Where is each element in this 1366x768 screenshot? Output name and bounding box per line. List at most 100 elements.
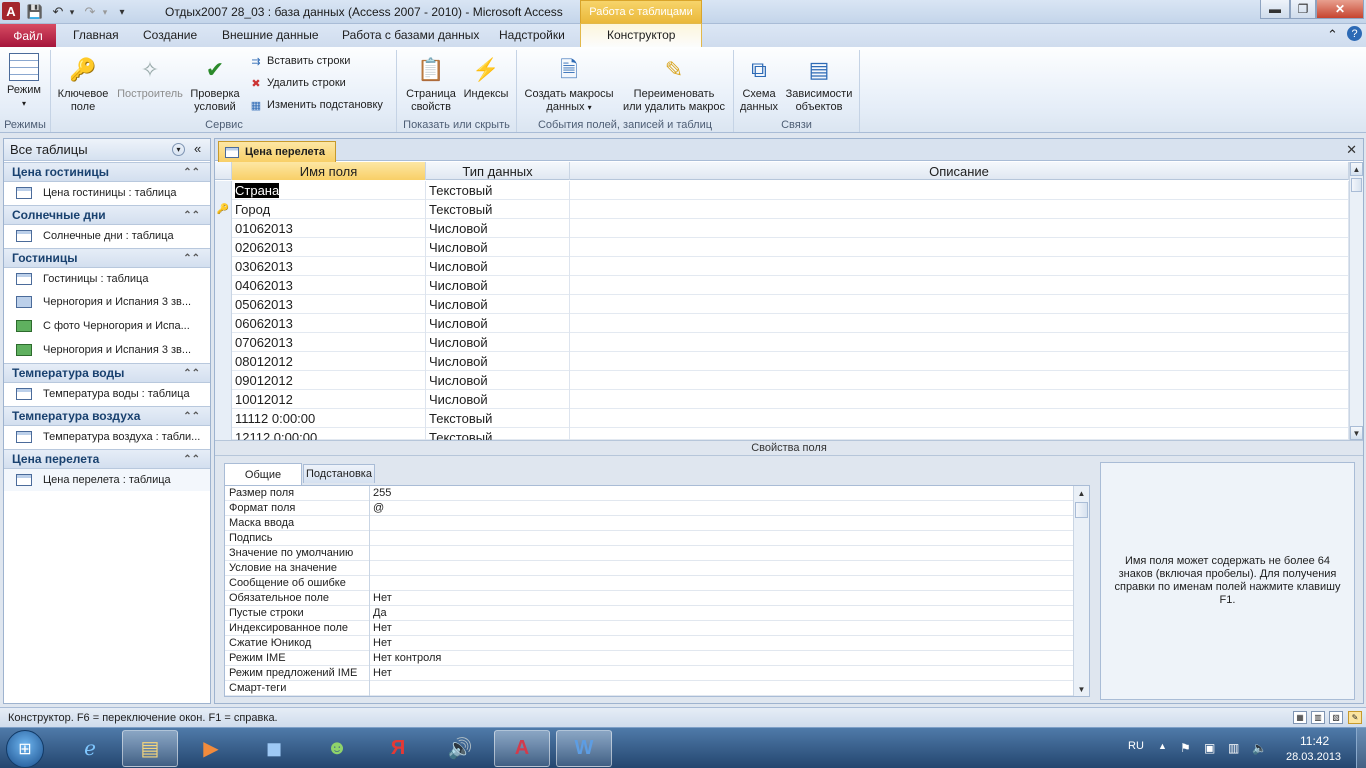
- data-type-cell[interactable]: Числовой: [426, 314, 570, 333]
- property-value[interactable]: Нет: [369, 636, 1073, 651]
- description-cell[interactable]: [570, 390, 1349, 409]
- data-type-cell[interactable]: Числовой: [426, 276, 570, 295]
- description-cell[interactable]: [570, 371, 1349, 390]
- shutter-bar-close-icon[interactable]: «: [194, 141, 201, 156]
- data-type-cell[interactable]: Текстовый: [426, 409, 570, 428]
- clock-time[interactable]: 11:42: [1300, 734, 1329, 748]
- property-row[interactable]: Сообщение об ошибке: [225, 576, 1073, 591]
- field-name-cell[interactable]: Город: [232, 200, 426, 219]
- show-desktop-button[interactable]: [1356, 728, 1366, 768]
- nav-group-water-temperature[interactable]: Температура воды ⌃⌃: [4, 363, 210, 383]
- property-value[interactable]: [369, 546, 1073, 561]
- nav-item-hotel-price-table[interactable]: Цена гостиницы : таблица: [4, 182, 210, 204]
- nav-item-sunny-days-table[interactable]: Солнечные дни : таблица: [4, 225, 210, 247]
- data-type-cell[interactable]: Числовой: [426, 238, 570, 257]
- property-value[interactable]: [369, 576, 1073, 591]
- property-value[interactable]: 255: [369, 486, 1073, 501]
- data-type-cell[interactable]: Числовой: [426, 390, 570, 409]
- data-type-cell[interactable]: Числовой: [426, 371, 570, 390]
- scroll-down-icon[interactable]: ▼: [1350, 426, 1363, 440]
- field-name-cell[interactable]: 09012012: [232, 371, 426, 390]
- description-cell[interactable]: [570, 409, 1349, 428]
- column-header-description[interactable]: Описание: [570, 162, 1349, 180]
- field-name-cell[interactable]: 02062013: [232, 238, 426, 257]
- test-validation-button[interactable]: ✔ Проверка условий: [188, 53, 242, 114]
- create-data-macros-button[interactable]: 🗎 Создать макросы данных ▾: [520, 53, 618, 114]
- property-row[interactable]: Формат поля @: [225, 501, 1073, 516]
- tab-home[interactable]: Главная: [73, 28, 119, 42]
- access-taskbar-icon[interactable]: A: [494, 730, 550, 767]
- property-row[interactable]: Размер поля 255: [225, 486, 1073, 501]
- property-value[interactable]: [369, 531, 1073, 546]
- clock-date[interactable]: 28.03.2013: [1286, 751, 1341, 763]
- row-selector[interactable]: [215, 409, 232, 428]
- delete-rows-button[interactable]: ✖ Удалить строки: [249, 76, 345, 90]
- data-type-cell[interactable]: Числовой: [426, 295, 570, 314]
- grid-vertical-scrollbar[interactable]: ▲ ▼: [1349, 162, 1363, 440]
- field-name-cell[interactable]: 05062013: [232, 295, 426, 314]
- volume-icon[interactable]: 🔈: [1252, 741, 1267, 755]
- nav-group-hotels[interactable]: Гостиницы ⌃⌃: [4, 248, 210, 268]
- access-logo-icon[interactable]: A: [2, 2, 20, 20]
- object-dependencies-button[interactable]: ▤ Зависимости объектов: [782, 53, 856, 114]
- nav-item-montenegro-spain-report[interactable]: Черногория и Испания 3 зв...: [4, 339, 210, 361]
- scroll-thumb[interactable]: [1351, 178, 1362, 192]
- nav-group-hotel-price[interactable]: Цена гостиницы ⌃⌃: [4, 162, 210, 182]
- network-warning-icon[interactable]: ⚑: [1180, 741, 1191, 755]
- document-tab-flight-price[interactable]: Цена перелета: [218, 141, 336, 162]
- property-row[interactable]: Смарт-теги: [225, 681, 1073, 696]
- property-row[interactable]: Индексированное поле Нет: [225, 621, 1073, 636]
- yandex-browser-icon[interactable]: Я: [370, 730, 426, 767]
- word-taskbar-icon[interactable]: W: [556, 730, 612, 767]
- row-selector[interactable]: [215, 333, 232, 352]
- modify-lookup-button[interactable]: ▦ Изменить подстановку: [249, 98, 383, 112]
- table-row[interactable]: 🔑 Город Текстовый: [215, 200, 1349, 219]
- tray-expand-icon[interactable]: ▲: [1158, 741, 1167, 751]
- close-button[interactable]: ✕: [1316, 0, 1364, 19]
- field-name-cell[interactable]: 06062013: [232, 314, 426, 333]
- property-row[interactable]: Режим предложений IME Нет: [225, 666, 1073, 681]
- action-center-icon[interactable]: ▣: [1204, 741, 1215, 755]
- row-selector[interactable]: [215, 371, 232, 390]
- field-name-cell[interactable]: Страна: [232, 181, 426, 200]
- nav-pane-header[interactable]: Все таблицы ▾ «: [4, 139, 210, 161]
- explorer-folder-icon[interactable]: ▤: [122, 730, 178, 767]
- table-row[interactable]: 09012012 Числовой: [215, 371, 1349, 390]
- input-language[interactable]: RU: [1128, 740, 1144, 752]
- nav-item-hotels-table[interactable]: Гостиницы : таблица: [4, 268, 210, 290]
- nav-item-montenegro-spain-query[interactable]: Черногория и Испания 3 зв...: [4, 291, 210, 313]
- table-row[interactable]: 12112 0:00:00 Текстовый: [215, 428, 1349, 447]
- data-type-cell[interactable]: Числовой: [426, 352, 570, 371]
- nav-group-sunny-days[interactable]: Солнечные дни ⌃⌃: [4, 205, 210, 225]
- table-row[interactable]: 01062013 Числовой: [215, 219, 1349, 238]
- row-selector[interactable]: [215, 276, 232, 295]
- nav-menu-chevron-icon[interactable]: ▾: [172, 143, 185, 156]
- table-row[interactable]: 11112 0:00:00 Текстовый: [215, 409, 1349, 428]
- description-cell[interactable]: [570, 219, 1349, 238]
- table-row[interactable]: 05062013 Числовой: [215, 295, 1349, 314]
- property-value[interactable]: Нет контроля: [369, 651, 1073, 666]
- close-document-icon[interactable]: ✕: [1346, 142, 1357, 158]
- property-sheet-button[interactable]: 📋 Страница свойств: [401, 53, 461, 114]
- table-row[interactable]: Страна Текстовый: [215, 181, 1349, 200]
- property-value[interactable]: Да: [369, 606, 1073, 621]
- network-icon[interactable]: ▥: [1228, 741, 1239, 755]
- row-selector[interactable]: [215, 295, 232, 314]
- row-selector[interactable]: [215, 352, 232, 371]
- nav-group-flight-price[interactable]: Цена перелета ⌃⌃: [4, 449, 210, 469]
- table-row[interactable]: 03062013 Числовой: [215, 257, 1349, 276]
- property-value[interactable]: [369, 681, 1073, 696]
- data-type-cell[interactable]: Текстовый: [426, 200, 570, 219]
- redo-dropdown-icon[interactable]: ▾: [96, 3, 114, 21]
- nav-item-photo-montenegro-report[interactable]: С фото Черногория и Испа...: [4, 315, 210, 337]
- maximize-button[interactable]: ❐: [1290, 0, 1316, 19]
- table-row[interactable]: 10012012 Числовой: [215, 390, 1349, 409]
- start-button[interactable]: ⊞: [6, 730, 44, 768]
- tab-create[interactable]: Создание: [143, 28, 197, 42]
- field-name-cell[interactable]: 01062013: [232, 219, 426, 238]
- field-name-cell[interactable]: 04062013: [232, 276, 426, 295]
- save-icon[interactable]: 💾: [26, 3, 44, 21]
- property-row[interactable]: Сжатие Юникод Нет: [225, 636, 1073, 651]
- nav-item-water-temperature-table[interactable]: Температура воды : таблица: [4, 383, 210, 405]
- insert-rows-button[interactable]: ⇉ Вставить строки: [249, 54, 350, 68]
